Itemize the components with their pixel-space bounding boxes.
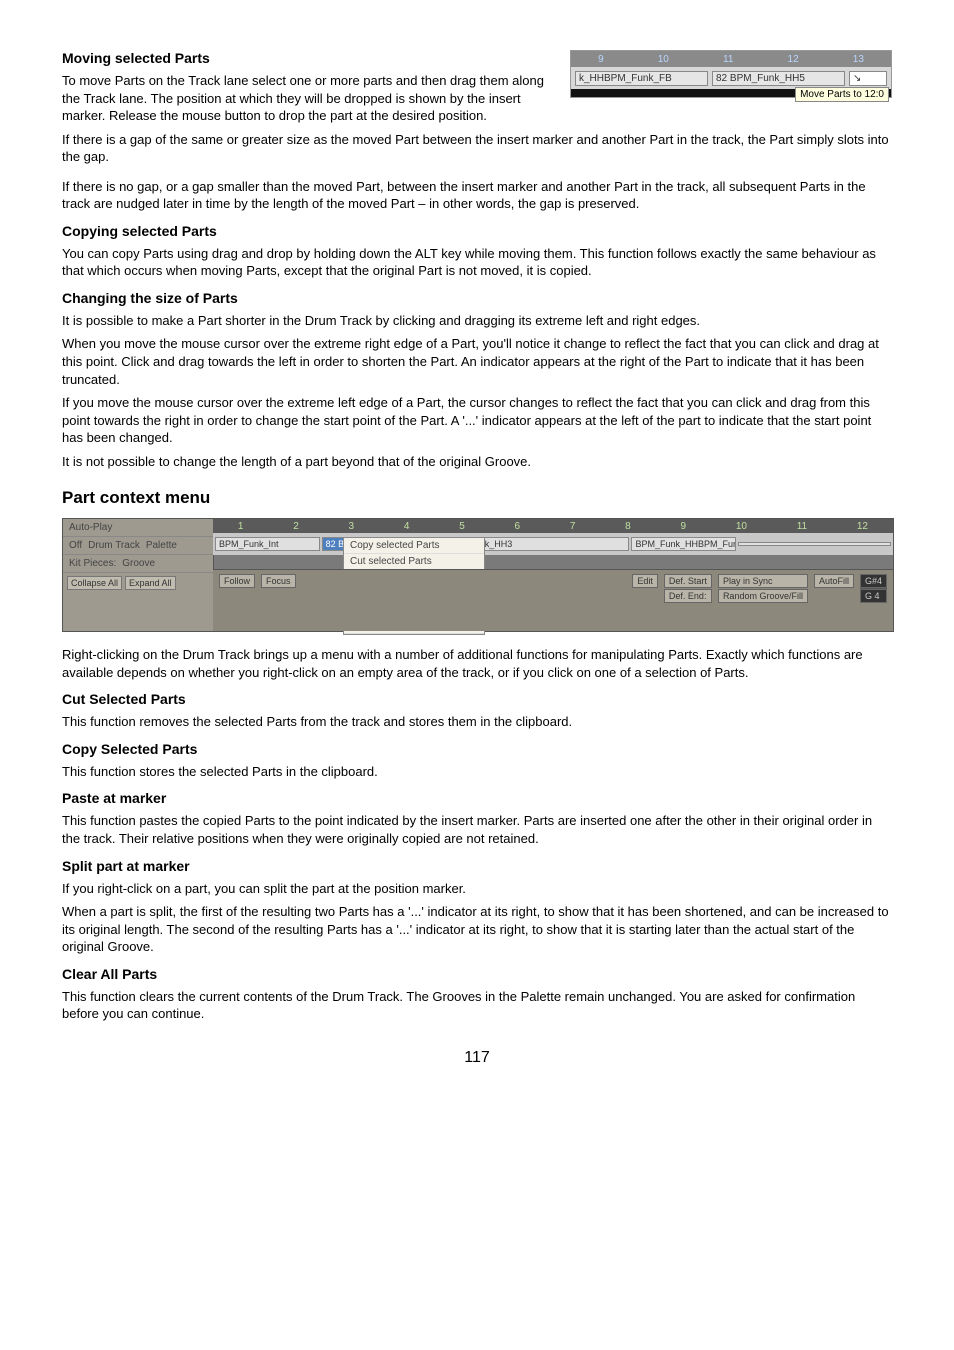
ruler-mark: 6 — [515, 521, 521, 532]
track-move-screenshot: 9 10 11 12 13 k_HHBPM_Funk_FB 82 BPM_Fun… — [570, 50, 892, 98]
ruler-mark: 11 — [797, 521, 807, 532]
expand-button[interactable]: Expand All — [125, 576, 176, 590]
track-lane: BPM_Funk_Int 82 BPM_F 82 BPM_Funk_HH3 BP… — [213, 533, 893, 555]
tab-off: Off — [69, 540, 82, 551]
para: When a part is split, the first of the r… — [62, 903, 892, 956]
tab-drumtrack: Drum Track — [88, 540, 140, 551]
tab-palette: Palette — [146, 540, 177, 551]
menu-copy[interactable]: Copy selected Parts — [344, 538, 484, 554]
ruler: 9 10 11 12 13 — [571, 51, 891, 67]
ruler-mark: 12 — [788, 54, 799, 65]
def-start-label: Def. Start — [664, 574, 712, 588]
ruler-mark: 7 — [570, 521, 576, 532]
move-tooltip: Move Parts to 12:0 — [795, 87, 889, 102]
part-clip: 82 BPM_Funk_HH5 — [712, 71, 845, 86]
page-number: 117 — [62, 1049, 892, 1067]
para: It is not possible to change the length … — [62, 453, 892, 471]
ruler-mark: 9 — [681, 521, 687, 532]
def-end-label: Def. End: — [664, 589, 712, 603]
para: You can copy Parts using drag and drop b… — [62, 245, 892, 280]
autoplay-label: Auto-Play — [69, 522, 112, 533]
autofill-button[interactable]: AutoFill — [814, 574, 854, 588]
para: This function removes the selected Parts… — [62, 713, 892, 731]
ruler-mark: 5 — [459, 521, 465, 532]
ruler-mark: 9 — [598, 54, 604, 65]
groove-label: Groove — [122, 558, 155, 569]
note-row: G 4 — [860, 589, 887, 603]
para: When you move the mouse cursor over the … — [62, 335, 892, 388]
ruler-mark: 10 — [736, 521, 747, 532]
para: If you right-click on a part, you can sp… — [62, 880, 892, 898]
play-sync-button[interactable]: Play in Sync — [718, 574, 808, 588]
edit-button[interactable]: Edit — [632, 574, 658, 588]
para: It is possible to make a Part shorter in… — [62, 312, 892, 330]
part-clip-empty — [738, 542, 891, 546]
para: This function pastes the copied Parts to… — [62, 812, 892, 847]
heading-copying: Copying selected Parts — [62, 223, 892, 239]
heading-paste: Paste at marker — [62, 790, 892, 806]
kit-row: Kit Pieces: Groove — [63, 555, 213, 573]
para: This function stores the selected Parts … — [62, 763, 892, 781]
ruler: 1 2 3 4 5 6 7 8 9 10 11 12 — [213, 519, 893, 534]
bottom-bar: Move Parts to 12:0 — [571, 89, 891, 97]
ruler-mark: 10 — [658, 54, 669, 65]
random-groove-button[interactable]: Random Groove/Fill — [718, 589, 808, 603]
heading-clear: Clear All Parts — [62, 966, 892, 982]
ruler-mark: 3 — [349, 521, 355, 532]
ruler-mark: 2 — [293, 521, 299, 532]
ruler-mark: 8 — [625, 521, 631, 532]
ruler-mark: 12 — [857, 521, 868, 532]
ruler-mark: 4 — [404, 521, 410, 532]
heading-cut: Cut Selected Parts — [62, 691, 892, 707]
heading-split: Split part at marker — [62, 858, 892, 874]
left-panel: Auto-Play Off Drum Track Palette Kit Pie… — [63, 519, 214, 631]
para: Right-clicking on the Drum Track brings … — [62, 646, 892, 681]
heading-changing: Changing the size of Parts — [62, 290, 892, 306]
para: If there is a gap of the same or greater… — [62, 131, 892, 166]
part-clip: BPM_Funk_Int — [215, 537, 320, 551]
collapse-button[interactable]: Collapse All — [67, 576, 122, 590]
part-clip: BPM_Funk_HHBPM_Funk_FB — [631, 537, 736, 551]
autoplay-row: Auto-Play — [63, 519, 213, 537]
focus-button[interactable]: Focus — [261, 574, 296, 588]
ruler-mark: 11 — [723, 54, 733, 65]
context-menu-screenshot: Auto-Play Off Drum Track Palette Kit Pie… — [62, 518, 894, 632]
para: If there is no gap, or a gap smaller tha… — [62, 178, 892, 213]
para: If you move the mouse cursor over the ex… — [62, 394, 892, 447]
heading-context-menu: Part context menu — [62, 488, 892, 508]
heading-copy: Copy Selected Parts — [62, 741, 892, 757]
menu-cut[interactable]: Cut selected Parts — [344, 554, 484, 570]
note-row: G#4 — [860, 574, 887, 588]
tabs-row: Off Drum Track Palette — [63, 537, 213, 555]
follow-button[interactable]: Follow — [219, 574, 255, 588]
track-lane: k_HHBPM_Funk_FB 82 BPM_Funk_HH5 ↘ — [571, 67, 891, 89]
collapse-expand-row: Collapse All Expand All — [63, 573, 213, 593]
ruler-mark: 1 — [238, 521, 244, 532]
part-clip-drag: ↘ — [849, 71, 887, 86]
part-clip: k_HHBPM_Funk_FB — [575, 71, 708, 86]
bottom-toolbar: Follow Focus Edit Def. Start Def. End: P… — [213, 569, 893, 631]
kit-label: Kit Pieces: — [69, 558, 116, 569]
ruler-mark: 13 — [853, 54, 864, 65]
para: This function clears the current content… — [62, 988, 892, 1023]
